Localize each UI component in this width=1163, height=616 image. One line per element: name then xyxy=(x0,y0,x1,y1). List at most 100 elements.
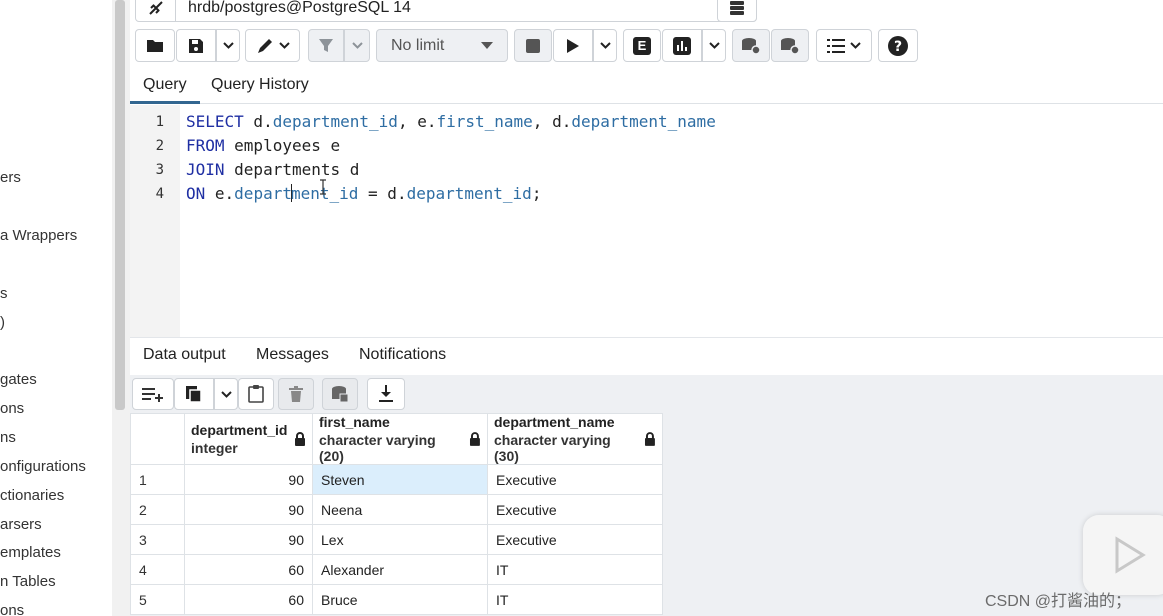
object-tree: ers a Wrappers s ) gates ons ns onfigura… xyxy=(0,0,112,616)
cell-first-name[interactable]: Bruce xyxy=(312,584,488,615)
row-number-header[interactable] xyxy=(130,413,185,465)
row-number[interactable]: 5 xyxy=(130,584,185,615)
cell-department-id[interactable]: 90 xyxy=(184,494,313,525)
chevron-down-icon xyxy=(222,42,234,49)
tree-item[interactable]: n Tables xyxy=(0,573,56,590)
stop-button[interactable] xyxy=(514,29,552,62)
video-play-overlay[interactable] xyxy=(1083,515,1163,595)
lock-icon xyxy=(295,432,305,446)
save-data-button[interactable] xyxy=(322,378,358,410)
download-button[interactable] xyxy=(367,378,405,410)
explain-analyze-button[interactable] xyxy=(662,29,702,62)
column-header[interactable]: first_name character varying (20) xyxy=(312,413,488,465)
cell-department-name[interactable]: IT xyxy=(487,554,663,585)
cell-first-name[interactable]: Steven xyxy=(312,464,488,495)
tab-messages[interactable]: Messages xyxy=(256,346,329,364)
filter-button[interactable] xyxy=(308,29,344,62)
chevron-down-icon xyxy=(278,42,290,49)
chevron-down-icon xyxy=(850,42,861,49)
tab-data-output[interactable]: Data output xyxy=(143,346,226,364)
edit-button[interactable] xyxy=(245,29,300,62)
row-number[interactable]: 1 xyxy=(130,464,185,495)
cell-department-name[interactable]: Executive xyxy=(487,464,663,495)
tree-item[interactable]: ns xyxy=(0,429,16,446)
commit-button[interactable] xyxy=(732,29,770,62)
tree-item[interactable]: emplates xyxy=(0,544,61,561)
copy-options-button[interactable] xyxy=(214,378,238,410)
connection-selector[interactable]: hrdb/postgres@PostgreSQL 14 xyxy=(135,0,757,22)
tree-item[interactable]: ons xyxy=(0,400,24,417)
pgadmin-window: ers a Wrappers s ) gates ons ns onfigura… xyxy=(0,0,1163,616)
open-file-button[interactable] xyxy=(135,29,175,62)
tree-item[interactable]: ctionaries xyxy=(0,487,64,504)
cell-department-id[interactable]: 60 xyxy=(184,554,313,585)
tree-item[interactable]: ) xyxy=(0,314,5,331)
code-line[interactable]: FROM employees e xyxy=(186,136,340,155)
sql-editor[interactable]: 1 2 3 4 SELECT d.department_id, e.first_… xyxy=(130,105,1163,338)
tree-item[interactable]: gates xyxy=(0,371,37,388)
row-number[interactable]: 4 xyxy=(130,554,185,585)
database-stack-icon[interactable] xyxy=(717,0,757,22)
code-line[interactable]: JOIN departments d xyxy=(186,160,359,179)
macros-button[interactable] xyxy=(816,29,872,62)
table-row[interactable]: 3 90 Lex Executive xyxy=(130,524,663,555)
tree-item[interactable]: s xyxy=(0,285,8,302)
play-icon xyxy=(567,38,579,53)
save-options-button[interactable] xyxy=(216,29,240,62)
cell-department-name[interactable]: Executive xyxy=(487,524,663,555)
code-line[interactable]: SELECT d.department_id, e.first_name, d.… xyxy=(186,112,716,131)
row-number[interactable]: 3 xyxy=(130,524,185,555)
sql-keyword: ON xyxy=(186,184,206,203)
copy-button[interactable] xyxy=(174,378,214,410)
help-button[interactable]: ? xyxy=(878,29,918,62)
add-row-button[interactable] xyxy=(132,378,174,410)
chevron-down-icon xyxy=(599,42,611,49)
connection-status-icon[interactable] xyxy=(136,0,176,21)
cell-department-id[interactable]: 90 xyxy=(184,524,313,555)
column-header[interactable]: department_name character varying (30) xyxy=(487,413,663,465)
cell-department-id[interactable]: 60 xyxy=(184,584,313,615)
tab-notifications[interactable]: Notifications xyxy=(359,346,446,364)
database-save-icon xyxy=(332,386,349,403)
execute-button[interactable] xyxy=(553,29,593,62)
tree-item[interactable]: ons xyxy=(0,602,24,616)
tree-item[interactable]: a Wrappers xyxy=(0,227,77,244)
paste-button[interactable] xyxy=(238,378,274,410)
rollback-button[interactable] xyxy=(771,29,809,62)
cell-department-id[interactable]: 90 xyxy=(184,464,313,495)
explain-options-button[interactable] xyxy=(702,29,726,62)
i-beam-cursor-icon xyxy=(320,179,326,195)
table-row[interactable]: 5 60 Bruce IT xyxy=(130,584,663,615)
tree-item[interactable]: ers xyxy=(0,169,21,186)
download-icon xyxy=(379,385,393,402)
tab-query[interactable]: Query xyxy=(143,76,187,94)
tree-scrollbar-thumb[interactable] xyxy=(115,0,125,410)
sql-keyword: SELECT xyxy=(186,112,244,131)
tree-item[interactable]: onfigurations xyxy=(0,458,86,475)
column-header[interactable]: department_id integer xyxy=(184,413,313,465)
row-limit-select[interactable]: No limit xyxy=(376,29,508,62)
code-text: employees e xyxy=(224,136,341,155)
query-toolbar: No limit E ? xyxy=(130,28,1163,64)
filter-options-button[interactable] xyxy=(344,29,370,62)
save-button[interactable] xyxy=(176,29,216,62)
cell-department-name[interactable]: Executive xyxy=(487,494,663,525)
table-row[interactable]: 4 60 Alexander IT xyxy=(130,554,663,585)
delete-row-button[interactable] xyxy=(278,378,314,410)
row-number[interactable]: 2 xyxy=(130,494,185,525)
tree-item[interactable]: arsers xyxy=(0,516,42,533)
table-row[interactable]: 1 90 Steven Executive xyxy=(130,464,663,495)
row-limit-value: No limit xyxy=(391,36,445,54)
connection-label: hrdb/postgres@PostgreSQL 14 xyxy=(188,0,411,16)
cell-first-name[interactable]: Neena xyxy=(312,494,488,525)
tab-query-history[interactable]: Query History xyxy=(211,76,309,94)
code-line[interactable]: ON e.department_id = d.department_id; xyxy=(186,184,541,203)
save-icon xyxy=(189,38,203,53)
code-text: departments d xyxy=(224,160,360,179)
explain-button[interactable]: E xyxy=(623,29,661,62)
execute-options-button[interactable] xyxy=(593,29,617,62)
table-row[interactable]: 2 90 Neena Executive xyxy=(130,494,663,525)
cell-first-name[interactable]: Lex xyxy=(312,524,488,555)
cell-department-name[interactable]: IT xyxy=(487,584,663,615)
cell-first-name[interactable]: Alexander xyxy=(312,554,488,585)
